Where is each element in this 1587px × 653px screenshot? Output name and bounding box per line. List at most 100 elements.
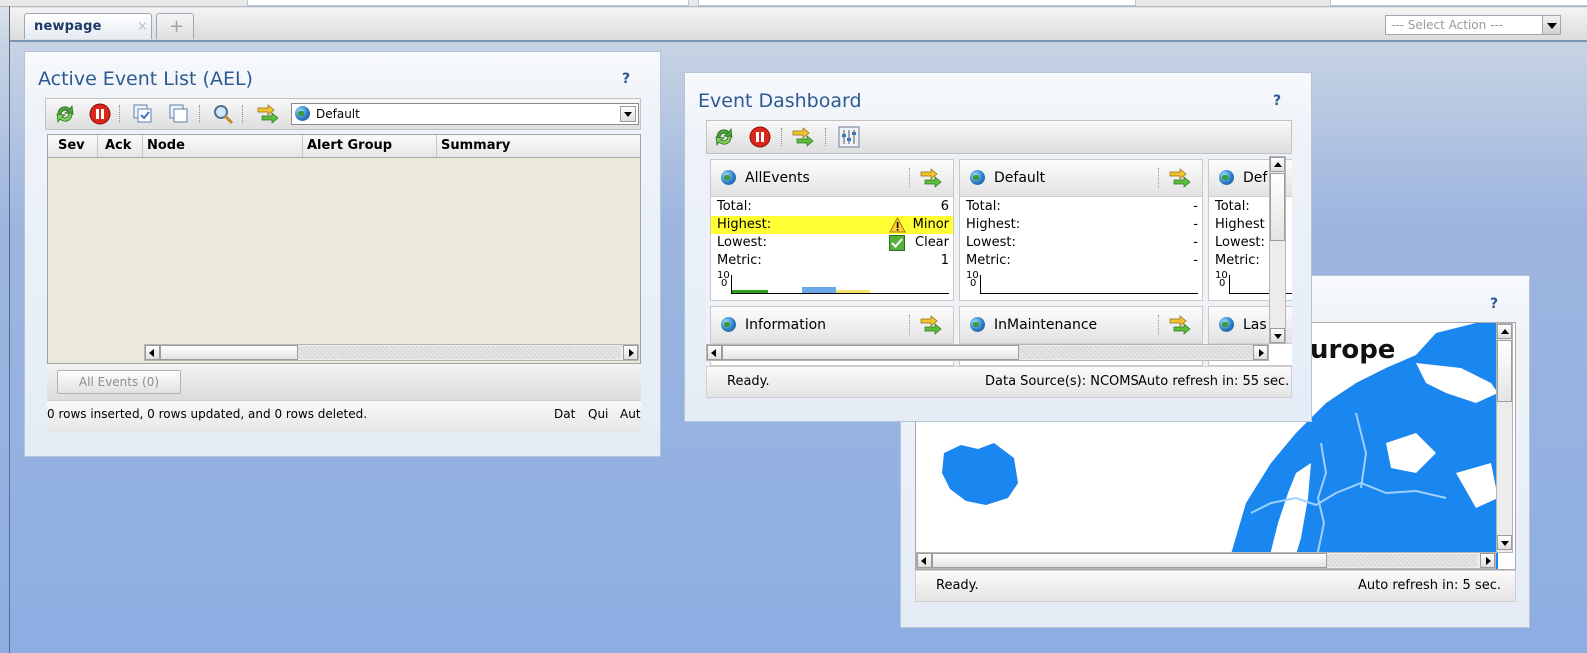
forward-arrows-icon[interactable] [919,168,943,188]
sparkline-info-bar [802,287,836,293]
row-label: Highest [1215,217,1265,232]
grid-horizontal-scrollbar[interactable] [144,344,639,361]
column-divider[interactable] [142,135,143,157]
select-action-placeholder: --- Select Action --- [1391,18,1504,32]
filter-select[interactable]: Default [291,103,639,125]
dashboard-vertical-scrollbar[interactable] [1269,156,1286,344]
toolbar-separator [119,105,121,123]
scroll-up-icon[interactable] [1270,157,1285,172]
scroll-left-icon[interactable] [917,553,932,568]
scroll-right-icon[interactable] [1253,345,1268,360]
forward-arrows-icon[interactable] [791,127,815,147]
dashboard-toolbar [706,120,1292,154]
scroll-up-icon[interactable] [1497,324,1512,339]
row-label: Lowest: [1215,235,1265,250]
scroll-thumb[interactable] [160,345,298,360]
tile-name: Default [994,170,1046,186]
chevron-down-icon[interactable] [620,106,636,122]
scroll-left-icon[interactable] [707,345,722,360]
column-header-summary[interactable]: Summary [441,138,510,153]
settings-sliders-icon[interactable] [838,126,860,148]
tile-default[interactable]: Default Total: - Highest: - Lowest: - Metri… [959,159,1203,301]
globe-icon [970,170,985,185]
tile-header: Information [711,307,953,344]
scroll-down-icon[interactable] [1270,328,1285,343]
tile-row-total: Total: 6 [717,198,949,216]
tile-allevents[interactable]: AllEvents Total: 6 Highest: Minor Lowest:… [710,159,954,301]
dashboard-title: Event Dashboard [698,90,862,112]
all-events-button[interactable]: All Events (0) [57,370,181,394]
scroll-thumb[interactable] [1270,173,1285,241]
map-title-fragment: urope [1310,335,1396,365]
copy-icon[interactable] [168,103,190,125]
status-aut: Aut [620,407,641,421]
forward-arrows-icon[interactable] [1168,168,1192,188]
status-qui: Qui [588,407,609,421]
dashboard-auto-refresh: Auto refresh in: 55 sec. [1138,374,1290,389]
sparkline-clear-bar [732,290,768,293]
ael-status-text: 0 rows inserted, 0 rows updated, and 0 r… [47,407,368,421]
pause-icon[interactable] [89,103,111,125]
tile-row-lowest: Lowest: - [966,234,1198,252]
scroll-thumb[interactable] [722,345,1019,360]
map-vertical-scrollbar[interactable] [1496,323,1513,553]
ael-title: Active Event List (AEL) [38,68,253,90]
add-tab-button[interactable]: + [156,13,194,39]
scroll-right-icon[interactable] [1480,553,1495,568]
tile-name: AllEvents [745,170,810,186]
refresh-icon[interactable] [713,126,735,148]
filter-select-value: Default [316,107,360,121]
scroll-thumb[interactable] [932,553,1327,568]
tab-newpage[interactable]: newpage × [24,13,152,39]
tab-close-icon[interactable]: × [137,19,148,34]
column-divider[interactable] [97,135,98,157]
map-help-icon[interactable]: ? [1490,296,1498,312]
warning-icon [889,217,906,233]
toolbar-separator [199,105,201,123]
scroll-thumb[interactable] [1497,340,1512,402]
dashboard-help-icon[interactable]: ? [1273,93,1281,109]
scroll-track[interactable] [1019,346,1253,359]
toolbar-separator [242,105,244,123]
sparkline-axis [1229,275,1230,294]
ael-help-icon[interactable]: ? [622,71,630,87]
check-icon [889,235,905,251]
column-header-node[interactable]: Node [147,138,185,153]
refresh-icon[interactable] [54,103,76,125]
dashboard-status-ready: Ready. [727,374,770,389]
column-header-alert-group[interactable]: Alert Group [307,138,392,153]
tile-header: Default [960,160,1202,197]
column-header-sev[interactable]: Sev [58,138,85,153]
column-divider[interactable] [302,135,303,157]
globe-icon [1219,170,1234,185]
dashboard-data-sources: Data Source(s): NCOMS [985,374,1139,389]
search-icon[interactable] [212,103,234,125]
tile-row-metric: Metric: - [966,252,1198,270]
forward-arrows-icon[interactable] [919,315,943,335]
scroll-right-icon[interactable] [623,345,638,360]
tile-name: Las [1243,317,1267,333]
sparkline-axis-bottom: 0 [970,278,977,289]
tile-name: Information [745,317,827,333]
sparkline-axis [980,275,981,294]
chevron-down-icon[interactable] [1542,16,1560,34]
tile-header: AllEvents [711,160,953,197]
sparkline-axis-bottom: 0 [1219,278,1226,289]
scroll-down-icon[interactable] [1497,535,1512,550]
scroll-track[interactable] [298,346,621,359]
toolbar-separator [825,128,827,146]
row-label: Lowest: [717,235,767,250]
pause-icon[interactable] [749,126,771,148]
column-divider[interactable] [436,135,437,157]
row-value: Clear [915,235,949,250]
column-header-ack[interactable]: Ack [105,138,131,153]
scroll-left-icon[interactable] [145,345,160,360]
select-all-icon[interactable] [132,103,154,125]
select-action-dropdown[interactable]: --- Select Action --- [1385,15,1561,35]
forward-arrows-icon[interactable] [256,104,280,124]
dashboard-horizontal-scrollbar[interactable] [706,344,1269,361]
row-label: Highest: [717,217,772,232]
forward-arrows-icon[interactable] [1168,315,1192,335]
scroll-track[interactable] [1327,554,1477,567]
map-horizontal-scrollbar[interactable] [916,552,1496,569]
